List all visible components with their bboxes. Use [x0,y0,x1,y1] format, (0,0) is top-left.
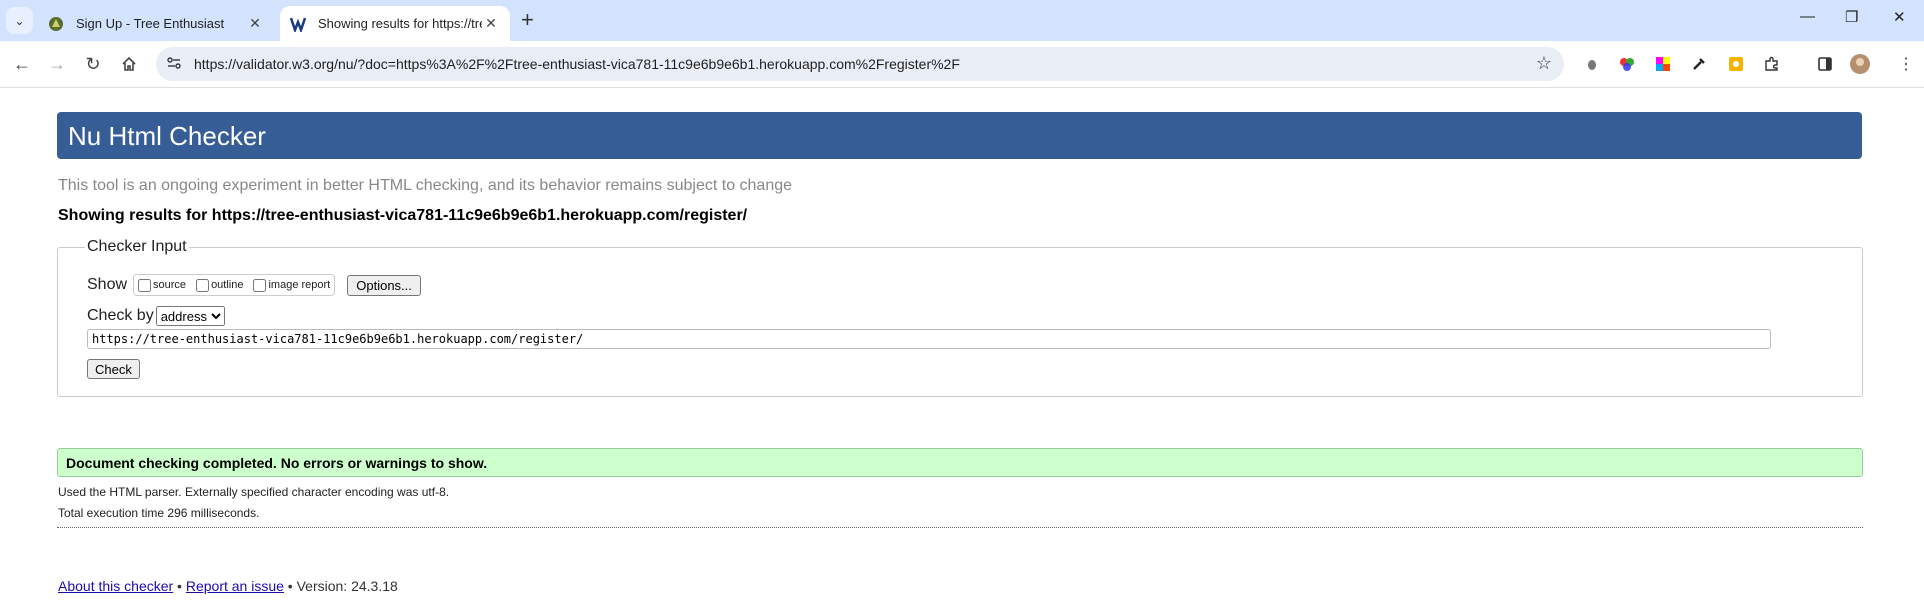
address-text[interactable]: https://validator.w3.org/nu/?doc=https%3… [194,56,960,72]
tab-sign-up[interactable]: Sign Up - Tree Enthusiast ✕ [38,6,274,41]
tree-favicon-icon [48,16,64,32]
address-bar[interactable]: https://validator.w3.org/nu/?doc=https%3… [156,47,1564,81]
outline-option-label: outline [211,279,244,291]
close-icon[interactable]: ✕ [246,15,264,32]
close-icon[interactable]: ✕ [482,15,500,32]
show-label: Show [87,276,128,293]
source-checkbox[interactable] [138,278,152,292]
extension-bug-icon[interactable] [1582,54,1602,74]
tab-title: Sign Up - Tree Enthusiast [76,16,225,31]
side-panel-icon[interactable] [1815,54,1835,74]
checker-input-legend: Checker Input [87,238,187,255]
tagline: This tool is an ongoing experiment in be… [58,177,793,194]
document-url-input[interactable] [87,329,1771,349]
report-issue-link[interactable]: Report an issue [186,578,284,594]
show-options-group: source outline image report [133,274,336,296]
bookmark-star-icon[interactable]: ☆ [1536,53,1552,74]
extension-yellow-icon[interactable] [1726,54,1746,74]
check-by-row: Check by address [87,306,225,326]
image-report-option[interactable]: image report [253,278,331,292]
profile-avatar-icon[interactable] [1850,54,1870,74]
minimize-icon[interactable]: — [1800,8,1815,25]
page-title: Nu Html Checker [68,121,266,151]
showing-results-heading: Showing results for https://tree-enthusi… [58,207,748,224]
menu-kebab-icon[interactable]: ⋮ [1896,54,1916,74]
tab-strip: ⌄ Sign Up - Tree Enthusiast ✕ Showing re… [0,0,1924,41]
execution-time-info: Total execution time 296 milliseconds. [58,506,260,520]
about-link[interactable]: About this checker [58,578,173,594]
extensions-puzzle-icon[interactable] [1762,54,1782,74]
home-icon[interactable] [117,52,141,76]
parser-info: Used the HTML parser. Externally specifi… [58,485,450,499]
image-report-option-label: image report [268,279,331,291]
source-option[interactable]: source [138,278,187,292]
divider [57,527,1863,528]
close-window-icon[interactable]: ✕ [1893,8,1906,26]
forward-icon[interactable]: → [45,52,69,76]
checker-input-fieldset: Checker Input [57,238,1863,397]
eyedropper-icon[interactable] [1689,54,1709,74]
show-options-row: Show source outline image report Options… [87,274,421,296]
outline-checkbox[interactable] [196,278,210,292]
check-by-label: Check by [87,307,154,324]
success-message: Document checking completed. No errors o… [57,448,1863,477]
back-icon[interactable]: ← [10,52,34,76]
tab-validator[interactable]: Showing results for https://tree ✕ [280,6,510,41]
chevron-down-icon: ⌄ [14,13,25,28]
extension-palette-icon[interactable] [1653,54,1673,74]
reload-icon[interactable]: ↻ [81,52,105,76]
restore-icon[interactable]: ❐ [1845,8,1858,26]
extension-color-wheel-icon[interactable] [1617,54,1637,74]
outline-option[interactable]: outline [196,278,244,292]
site-info-icon[interactable] [166,55,182,74]
w3c-favicon-icon [290,16,306,32]
tab-title: Showing results for https://tree [318,16,482,31]
new-tab-icon[interactable]: + [521,9,534,31]
browser-toolbar: ← → ↻ https://validator.w3.org/nu/?doc=h… [0,41,1924,88]
tab-search-button[interactable]: ⌄ [6,7,33,34]
options-button[interactable]: Options... [347,274,421,296]
footer-separator: • [173,578,186,594]
footer: About this checker • Report an issue • V… [58,578,398,594]
source-option-label: source [153,279,187,291]
check-by-select[interactable]: address [155,306,225,326]
check-button[interactable]: Check [87,359,140,379]
image-report-checkbox[interactable] [253,278,267,292]
page-header: Nu Html Checker [57,112,1862,159]
version-text: • Version: 24.3.18 [283,578,398,594]
